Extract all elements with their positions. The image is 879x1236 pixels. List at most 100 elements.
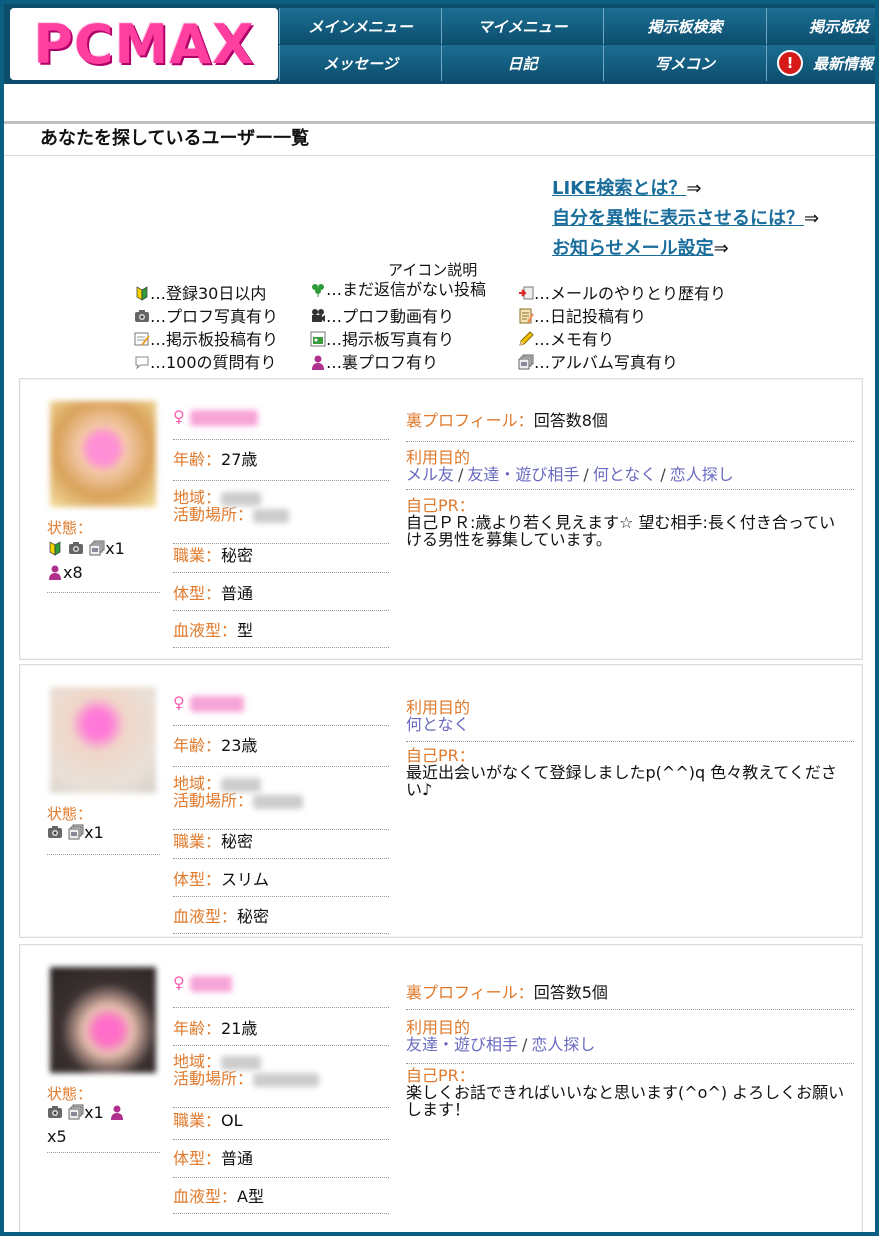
notification-mail-settings-link-label[interactable]: お知らせメール設定 <box>552 238 714 259</box>
body-type-row: 体型：スリム <box>173 866 389 897</box>
nickname-row: ♀ <box>173 973 389 1008</box>
user-photo[interactable] <box>50 687 156 793</box>
nickname-blurred[interactable] <box>189 409 258 426</box>
clover-icon <box>310 281 326 297</box>
region-row: 地域： 活動場所： <box>173 1053 389 1108</box>
nav-latest-info[interactable]: ! 最新情報 <box>766 45 875 81</box>
nav-main-menu[interactable]: メインメニュー <box>279 8 441 44</box>
nickname-blurred[interactable] <box>189 695 244 712</box>
arrow-icon: ⇒ <box>713 238 729 259</box>
user-card[interactable]: 状態： x1 x5 ♀ 年齢：21歳 地域： 活動場所： 職業：OL 体型：普通 … <box>19 944 863 1232</box>
legend-item-board-post: …掲示板投稿有り <box>134 326 278 350</box>
age-row: 年齢：27歳 <box>173 446 389 481</box>
self-pr: 自己PR： 自己ＰＲ:歳より若く見えます☆ 望む相手:長く付き合っていける男性を募… <box>406 496 836 549</box>
legend-item-camera: …プロフ写真有り <box>134 303 278 327</box>
divider <box>47 592 160 594</box>
user-card[interactable]: 状態： x1 ♀ 年齢：23歳 地域： 活動場所： 職業：秘密 体型：スリム 血液… <box>19 664 863 938</box>
job-row: 職業：秘密 <box>173 828 389 859</box>
purpose-tag[interactable]: 恋人探し <box>531 1035 595 1054</box>
person-icon <box>109 1104 125 1120</box>
status-label: 状態： <box>47 519 93 537</box>
legend-item-diary: …日記投稿有り <box>518 303 646 327</box>
status-icons: x1 <box>47 821 104 845</box>
job-row: 職業：秘密 <box>173 542 389 573</box>
divider <box>47 1152 160 1154</box>
purpose-tag[interactable]: 恋人探し <box>670 465 734 484</box>
self-pr: 自己PR： 最近出会いがなくて登録しましたp(^^)q 色々教えてください♪ <box>406 746 837 799</box>
site-logo[interactable]: PCMAX <box>10 8 278 80</box>
job-row: 職業：OL <box>173 1107 389 1140</box>
legend-item-memo: …メモ有り <box>518 326 614 350</box>
nickname-row: ♀ <box>173 407 389 440</box>
purpose-tag[interactable]: 何となく <box>593 465 657 484</box>
purpose-tag[interactable]: 友達・遊び相手 <box>406 1035 518 1054</box>
nav-message[interactable]: メッセージ <box>279 45 441 81</box>
self-pr: 自己PR： 楽しくお話できればいいなと思います(^o^) よろしくお願いします！ <box>406 1066 845 1119</box>
purpose-row: 利用目的 メル友 / 友達・遊び相手 / 何となく / 恋人探し <box>406 449 854 490</box>
diary-icon <box>518 308 534 324</box>
page-frame: PCMAX メインメニュー マイメニュー 掲示板検索 掲示板投 メッセージ 日記… <box>4 4 875 1232</box>
legend-item-mail-history: …メールのやりとり歴有り <box>518 280 726 304</box>
alert-icon: ! <box>777 50 803 76</box>
user-photo[interactable] <box>50 401 156 507</box>
album-icon <box>89 540 105 556</box>
camera-icon <box>47 1104 63 1120</box>
age-row: 年齢：23歳 <box>173 732 389 767</box>
nav-latest-info-label: 最新情報 <box>813 54 874 73</box>
legend-item-questions: …100の質問有り <box>134 349 277 373</box>
speech-bubble-icon <box>134 354 150 370</box>
nav-photo-contest[interactable]: 写メコン <box>603 45 766 81</box>
site-header: PCMAX メインメニュー マイメニュー 掲示板検索 掲示板投 メッセージ 日記… <box>4 4 875 84</box>
body-type-row: 体型：普通 <box>173 580 389 611</box>
status-icons: x1 x5 <box>47 1101 125 1149</box>
legend-item-board-photo: …掲示板写真有り <box>310 326 454 350</box>
page-title: あなたを探しているユーザー一覧 <box>40 128 310 149</box>
age-row: 年齢：21歳 <box>173 1015 389 1046</box>
nav-board-search[interactable]: 掲示板検索 <box>603 8 766 44</box>
divider <box>4 155 875 156</box>
nav-diary[interactable]: 日記 <box>441 45 603 81</box>
album-icon <box>68 824 84 840</box>
like-search-link-label[interactable]: LIKE検索とは？ <box>552 178 686 199</box>
purpose-tag[interactable]: 友達・遊び相手 <box>467 465 579 484</box>
person-icon <box>47 564 63 580</box>
beginner-mark-icon <box>134 285 150 301</box>
status-icons: x1 x8 <box>47 537 125 585</box>
nav-my-menu[interactable]: マイメニュー <box>441 8 603 44</box>
purpose-row: 利用目的 友達・遊び相手 / 恋人探し <box>406 1019 854 1064</box>
legend-item-video: …プロフ動画有り <box>310 303 454 327</box>
region-row: 地域： 活動場所： <box>173 775 389 830</box>
logo-text: PCMAX <box>33 12 255 76</box>
legend-item-album: …アルバム写真有り <box>518 349 678 373</box>
blood-type-row: 血液型：A型 <box>173 1183 389 1214</box>
legend-item-ura-prof: …裏プロフ有り <box>310 349 438 373</box>
blood-type-row: 血液型：秘密 <box>173 903 389 934</box>
body-type-row: 体型：普通 <box>173 1145 389 1178</box>
divider <box>47 854 160 856</box>
user-photo[interactable] <box>50 967 156 1073</box>
show-to-opposite-sex-link-label[interactable]: 自分を異性に表示させるには？ <box>552 208 804 229</box>
like-search-link[interactable]: LIKE検索とは？⇒ <box>552 174 702 200</box>
pencil-icon <box>518 331 534 347</box>
board-photo-icon <box>310 331 326 347</box>
nav-board-post[interactable]: 掲示板投 <box>766 8 875 44</box>
arrow-icon: ⇒ <box>686 178 702 199</box>
arrow-icon: ⇒ <box>804 208 820 229</box>
region-row: 地域： 活動場所： <box>173 489 389 544</box>
album-icon <box>68 1104 84 1120</box>
user-card[interactable]: 状態： x1 x8 ♀ 年齢：27歳 地域： 活動場所： 職業：秘密 体型：普通 … <box>19 378 863 660</box>
person-icon <box>310 354 326 370</box>
album-icon <box>518 354 534 370</box>
blood-type-row: 血液型：型 <box>173 617 389 648</box>
board-post-icon <box>134 331 150 347</box>
notification-mail-settings-link[interactable]: お知らせメール設定⇒ <box>552 234 729 260</box>
nickname-blurred[interactable] <box>189 975 232 992</box>
mail-history-icon <box>518 285 534 301</box>
beginner-mark-icon <box>47 540 63 556</box>
show-to-opposite-sex-link[interactable]: 自分を異性に表示させるには？⇒ <box>552 204 819 230</box>
ura-profile-row[interactable]: 裏プロフィール：回答数8個 <box>406 407 854 442</box>
ura-profile-row[interactable]: 裏プロフィール：回答数5個 <box>406 979 854 1010</box>
purpose-tag[interactable]: メル友 <box>406 465 454 484</box>
sub-bar <box>4 84 875 124</box>
purpose-tag[interactable]: 何となく <box>406 715 470 734</box>
